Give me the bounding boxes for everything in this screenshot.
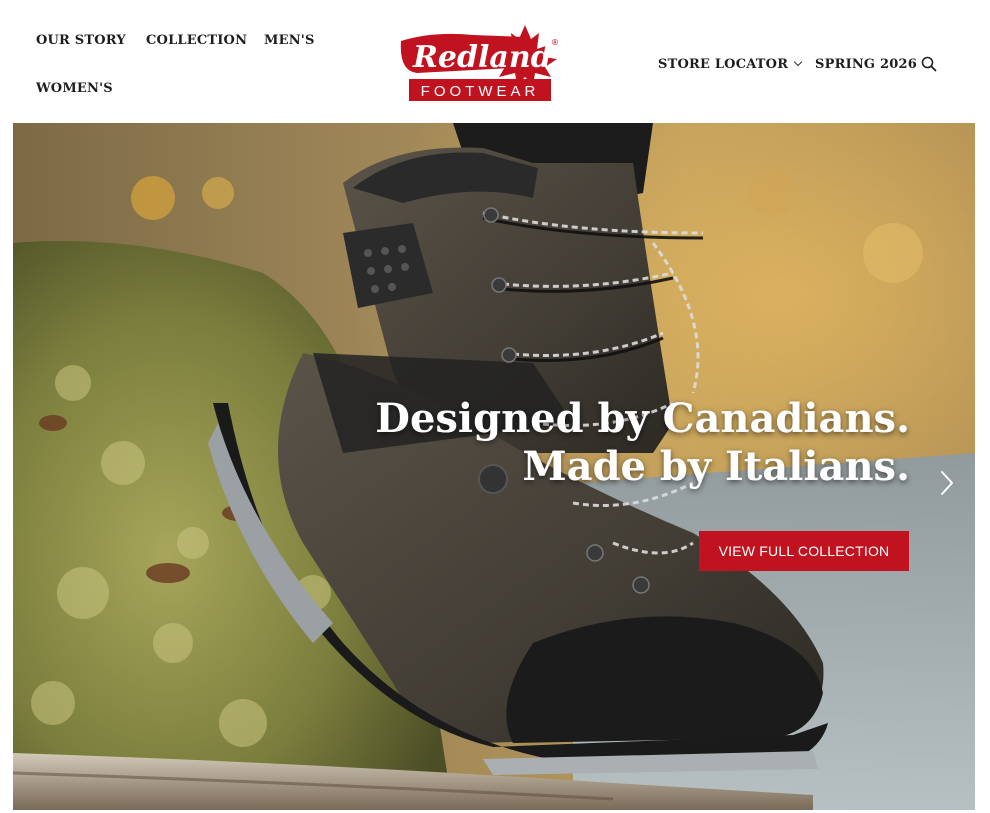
nav-our-story[interactable]: OUR STORY [36,33,126,48]
search-icon[interactable] [921,56,937,72]
nav-store-locator[interactable]: STORE LOCATOR [658,57,803,72]
maple-leaf-icon: Redland ® FOOTWEAR [400,25,559,101]
site-header: OUR STORY COLLECTION MEN'S WOMEN'S Redla… [13,13,975,123]
hero-headline: Designed by Canadians. Made by Italians. [375,395,910,491]
svg-text:®: ® [551,38,559,47]
page-frame: OUR STORY COLLECTION MEN'S WOMEN'S Redla… [13,13,975,810]
nav-spring-2026[interactable]: SPRING 2026 [815,57,917,72]
nav-collection[interactable]: COLLECTION [146,33,247,48]
view-full-collection-button[interactable]: VIEW FULL COLLECTION [699,531,909,571]
chevron-right-icon[interactable] [937,469,957,497]
hero-headline-line1: Designed by Canadians. [375,395,910,442]
hero-headline-line2: Made by Italians. [522,443,910,490]
nav-mens[interactable]: MEN'S [264,33,315,48]
nav-store-locator-label: STORE LOCATOR [658,57,789,72]
logo-subtitle: FOOTWEAR [421,83,540,100]
brand-logo[interactable]: Redland ® FOOTWEAR [393,23,568,107]
chevron-down-icon [793,57,803,67]
logo-wordmark: Redland [412,40,552,75]
nav-womens[interactable]: WOMEN'S [36,81,113,96]
hero-banner: Designed by Canadians. Made by Italians.… [13,123,975,810]
